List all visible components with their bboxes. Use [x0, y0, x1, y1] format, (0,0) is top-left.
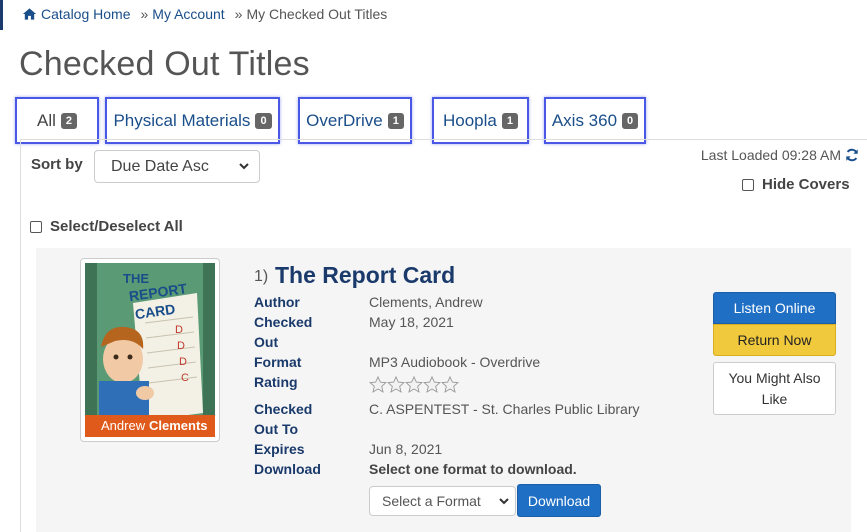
tab-all[interactable]: All 2 [15, 97, 99, 144]
count-badge: 1 [387, 112, 404, 129]
select-all-toggle[interactable]: Select/Deselect All [30, 218, 183, 235]
refresh-icon[interactable] [845, 148, 859, 162]
you-might-also-like-button[interactable]: You Might Also Like [713, 362, 836, 415]
return-now-button[interactable]: Return Now [713, 324, 836, 356]
count-badge: 1 [501, 112, 518, 129]
star-empty-icon[interactable] [387, 376, 405, 393]
last-loaded-text: Last Loaded 09:28 AM [700, 147, 841, 163]
cover-image: D D D C THE REPORT CARD Andrew Clements [85, 263, 215, 437]
star-empty-icon[interactable] [423, 376, 441, 393]
breadcrumb: Catalog Home » My Account » My Checked O… [22, 6, 387, 22]
breadcrumb-home-label: Catalog Home [41, 6, 131, 22]
rating-stars[interactable] [369, 376, 459, 393]
tab-hoopla[interactable]: Hoopla 1 [432, 97, 529, 144]
field-value-download: Select one format to download. [369, 461, 577, 477]
svg-text:D: D [177, 340, 185, 352]
tab-label: Hoopla [443, 110, 497, 130]
breadcrumb-separator: » [234, 6, 243, 22]
count-badge: 0 [622, 112, 639, 129]
item-title-link[interactable]: The Report Card [275, 262, 455, 289]
home-icon [22, 8, 37, 20]
sort-select[interactable]: Due Date Asc [94, 150, 260, 183]
field-value-checked-out: May 18, 2021 [369, 314, 454, 330]
format-selected-value: Select a Format [382, 493, 481, 509]
item-number: 1) [254, 268, 269, 285]
field-label-checked-out-to: Checked Out To [254, 401, 313, 437]
hide-covers-checkbox[interactable] [742, 178, 754, 191]
field-label-format: Format [254, 354, 302, 370]
field-value-expires: Jun 8, 2021 [369, 441, 443, 457]
tab-label: Physical Materials [113, 110, 251, 130]
star-empty-icon[interactable] [441, 376, 459, 393]
left-accent-bar [0, 0, 3, 30]
tab-label: OverDrive [306, 110, 383, 130]
sort-label: Sort by [31, 156, 83, 173]
sort-selected-value: Due Date Asc [111, 157, 209, 175]
breadcrumb-current: My Checked Out Titles [246, 6, 388, 22]
svg-text:C: C [181, 372, 189, 384]
listen-online-button[interactable]: Listen Online [713, 292, 836, 324]
format-select[interactable]: Select a Format [369, 486, 516, 516]
count-badge: 0 [255, 112, 272, 129]
cover-image-link[interactable]: D D D C THE REPORT CARD Andrew Clements [80, 258, 220, 442]
breadcrumb-home-link[interactable]: Catalog Home [22, 6, 131, 22]
tab-physical-materials[interactable]: Physical Materials 0 [105, 97, 280, 144]
select-all-checkbox[interactable] [30, 220, 42, 233]
star-empty-icon[interactable] [369, 376, 387, 393]
cover-author-first: Andrew [101, 418, 146, 433]
field-label-checked-out: Checked Out [254, 314, 313, 350]
chevron-down-icon [239, 163, 249, 170]
book-cover-art: D D D C THE REPORT CARD Andrew Clements [85, 263, 215, 437]
page-title: Checked Out Titles [19, 45, 310, 83]
breadcrumb-account-link[interactable]: My Account [152, 6, 224, 22]
cover-title-line1: THE [123, 271, 149, 286]
field-label-author: Author [254, 294, 300, 310]
svg-text:D: D [175, 324, 183, 336]
tab-label: All [36, 110, 56, 130]
download-button[interactable]: Download [517, 484, 601, 517]
star-empty-icon[interactable] [405, 376, 423, 393]
hide-covers-toggle[interactable]: Hide Covers [742, 176, 850, 193]
field-value-checked-out-to: C. ASPENTEST - St. Charles Public Librar… [369, 401, 640, 417]
cover-author-last: Clements [149, 418, 208, 433]
tab-label: Axis 360 [551, 110, 618, 130]
last-loaded: Last Loaded 09:28 AM [701, 147, 859, 163]
field-label-rating: Rating [254, 374, 298, 390]
field-label-expires: Expires [254, 441, 305, 457]
chevron-down-icon [499, 497, 509, 504]
svg-text:D: D [179, 356, 187, 368]
field-label-download: Download [254, 461, 321, 477]
select-all-label: Select/Deselect All [50, 218, 183, 235]
tab-overdrive[interactable]: OverDrive 1 [298, 97, 412, 144]
breadcrumb-separator: » [140, 6, 149, 22]
field-value-author: Clements, Andrew [369, 294, 483, 310]
count-badge: 2 [60, 112, 78, 129]
field-value-format: MP3 Audiobook - Overdrive [369, 354, 541, 370]
hide-covers-label: Hide Covers [762, 176, 850, 193]
tab-axis-360[interactable]: Axis 360 0 [544, 97, 646, 144]
